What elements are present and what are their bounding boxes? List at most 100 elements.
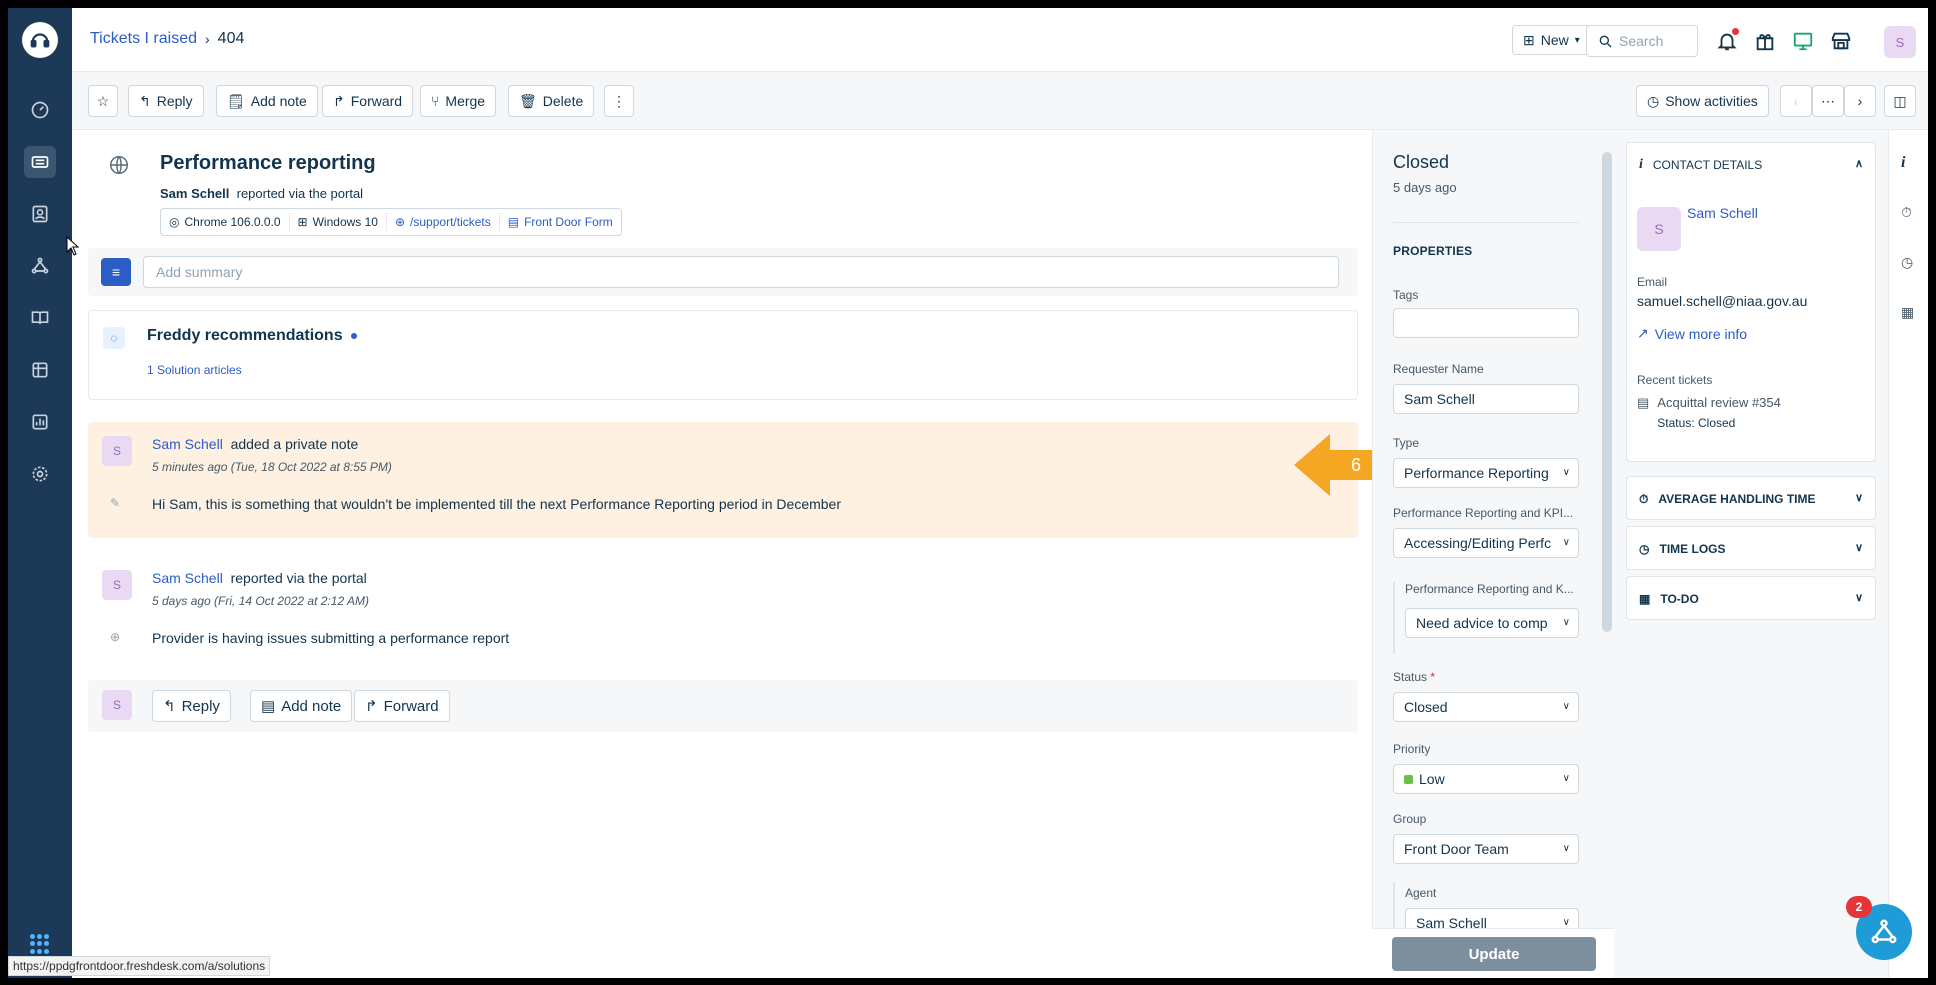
chevron-down-icon: ∨: [1854, 592, 1863, 604]
contact-details-header[interactable]: i CONTACT DETAILS ∧: [1627, 143, 1875, 187]
form-meta[interactable]: ▤ Front Door Form: [500, 213, 621, 231]
portal-globe-icon: ⊕: [110, 630, 121, 644]
ellipsis-icon: ⋯: [1821, 92, 1835, 109]
forward-button[interactable]: ↱ Forward: [322, 85, 414, 117]
more-actions-button[interactable]: ⋮: [604, 85, 634, 117]
delete-button[interactable]: 🗑︎ Delete: [508, 85, 595, 117]
message-time: 5 days ago (Fri, 14 Oct 2022 at 2:12 AM): [152, 594, 369, 608]
recent-tickets-label: Recent tickets: [1637, 373, 1713, 387]
knowledge-base-icon[interactable]: [24, 302, 56, 334]
recent-status-value: Closed: [1698, 416, 1736, 430]
tickets-icon[interactable]: [24, 146, 56, 178]
url-value: /support/tickets: [410, 215, 491, 229]
add-note-button[interactable]: 🗒︎ Add note: [216, 85, 318, 117]
recent-ticket-item[interactable]: ▤ Acquittal review #354 Status: Closed: [1637, 395, 1781, 430]
timer-icon[interactable]: ⏱︎: [1901, 204, 1912, 221]
chevron-down-icon: ∨: [1562, 917, 1570, 928]
contact-name-link[interactable]: Sam Schell: [1687, 205, 1758, 221]
notifications-bell-icon[interactable]: [1714, 28, 1740, 54]
breadcrumb-tickets-link[interactable]: Tickets I raised: [90, 30, 197, 48]
message-header: Sam Schell reported via the portal: [152, 570, 367, 586]
divider: [1393, 222, 1579, 223]
info-icon[interactable]: i: [1901, 154, 1905, 172]
toggle-sidebar-button[interactable]: ◫: [1884, 85, 1916, 117]
message-author[interactable]: Sam Schell: [152, 570, 223, 586]
contact-column: i CONTACT DETAILS ∧ S Sam Schell Email s…: [1614, 130, 1888, 978]
dashboard-icon[interactable]: [24, 94, 56, 126]
original-message: S Sam Schell reported via the portal 5 d…: [88, 556, 1358, 664]
message-action: reported via the portal: [230, 570, 367, 586]
groups-icon[interactable]: [24, 250, 56, 282]
widget-badge: 2: [1846, 896, 1872, 918]
next-ticket-button[interactable]: ›: [1844, 85, 1876, 117]
kpi-sub-select[interactable]: Need advice to comp ∨: [1405, 608, 1579, 638]
contact-avatar: S: [1637, 207, 1681, 251]
priority-select[interactable]: Low ∨: [1393, 764, 1579, 794]
status-select[interactable]: Closed ∨: [1393, 692, 1579, 722]
summary-doc-icon: ≡: [101, 258, 131, 286]
group-select[interactable]: Front Door Team ∨: [1393, 834, 1579, 864]
chevron-down-icon: ∨: [1562, 617, 1570, 628]
reply-bar: S ↰ Reply ▤ Add note ↱ Forward: [88, 680, 1358, 732]
user-avatar[interactable]: S: [1884, 26, 1916, 58]
status-value: Closed: [1404, 699, 1448, 715]
ticket-list-button[interactable]: ⋯: [1812, 85, 1844, 117]
forward-arrow-icon: ↱: [333, 92, 345, 109]
bottom-forward-button[interactable]: ↱ Forward: [354, 690, 450, 722]
stopwatch-icon[interactable]: ◷: [1901, 254, 1913, 271]
clock-icon: ◷: [1647, 92, 1660, 109]
update-button[interactable]: Update: [1392, 937, 1596, 971]
chevron-down-icon: ∨: [1562, 843, 1570, 854]
prev-ticket-button[interactable]: ‹: [1780, 85, 1812, 117]
todo-card[interactable]: ▦ TO-DO ∨: [1626, 576, 1876, 620]
requester-name[interactable]: Sam Schell: [160, 186, 229, 201]
properties-scrollbar[interactable]: [1602, 152, 1612, 632]
bottom-reply-button[interactable]: ↰ Reply: [152, 690, 231, 722]
view-more-info-link[interactable]: ↗ View more info: [1637, 325, 1747, 342]
requester-value: Sam Schell: [1404, 391, 1475, 407]
aht-card[interactable]: ⏱︎ AVERAGE HANDLING TIME ∨: [1626, 476, 1876, 520]
solution-articles-link[interactable]: 1 Solution articles: [147, 363, 242, 377]
agent-label: Agent: [1405, 886, 1437, 900]
url-meta[interactable]: ⊕ /support/tickets: [387, 213, 500, 231]
todo-header[interactable]: ▦ TO-DO ∨: [1627, 577, 1875, 621]
calendar-icon[interactable]: ▦: [1901, 304, 1914, 321]
tags-input[interactable]: [1393, 308, 1579, 338]
priority-color-dot: [1404, 774, 1413, 784]
bottom-add-note-label: Add note: [281, 697, 342, 715]
new-button[interactable]: ⊞ New ▾: [1512, 25, 1591, 55]
bottom-add-note-button[interactable]: ▤ Add note: [250, 690, 353, 722]
chevron-down-icon: ∨: [1562, 773, 1570, 784]
monitor-icon[interactable]: [1790, 28, 1816, 54]
search-box[interactable]: Search: [1586, 25, 1698, 57]
reported-via: reported via the portal: [236, 186, 364, 201]
time-logs-card[interactable]: ◷ TIME LOGS ∨: [1626, 526, 1876, 570]
show-activities-button[interactable]: ◷ Show activities: [1636, 85, 1769, 117]
show-activities-label: Show activities: [1665, 93, 1758, 109]
assets-icon[interactable]: [24, 354, 56, 386]
freshdesk-logo[interactable]: [22, 22, 58, 58]
bulb-icon: ◌: [103, 327, 125, 349]
requester-input[interactable]: Sam Schell: [1393, 384, 1579, 414]
summary-input[interactable]: Add summary: [143, 256, 1339, 288]
view-more-label: View more info: [1654, 325, 1748, 342]
merge-icon: ⑂: [431, 93, 440, 109]
type-select[interactable]: Performance Reporting ∨: [1393, 458, 1579, 488]
properties-heading: PROPERTIES: [1393, 244, 1473, 258]
aht-header[interactable]: ⏱︎ AVERAGE HANDLING TIME ∨: [1627, 477, 1875, 521]
marketplace-icon[interactable]: [1828, 28, 1854, 54]
trash-icon: 🗑︎: [519, 92, 537, 109]
reply-button[interactable]: ↰ Reply: [128, 85, 204, 117]
top-header: Tickets I raised › 404 ⊞ New ▾ Search S: [72, 8, 1928, 72]
merge-button[interactable]: ⑂ Merge: [420, 85, 497, 117]
apps-grid-icon[interactable]: [30, 934, 50, 954]
note-author[interactable]: Sam Schell: [152, 436, 223, 452]
time-logs-header[interactable]: ◷ TIME LOGS ∨: [1627, 527, 1875, 571]
reports-icon[interactable]: [24, 406, 56, 438]
kpi-select[interactable]: Accessing/Editing Perfc ∨: [1393, 528, 1579, 558]
gift-icon[interactable]: [1752, 28, 1778, 54]
bottom-reply-label: Reply: [181, 697, 220, 715]
star-button[interactable]: ☆: [88, 85, 118, 117]
contacts-icon[interactable]: [24, 198, 56, 230]
admin-gear-icon[interactable]: [24, 458, 56, 490]
